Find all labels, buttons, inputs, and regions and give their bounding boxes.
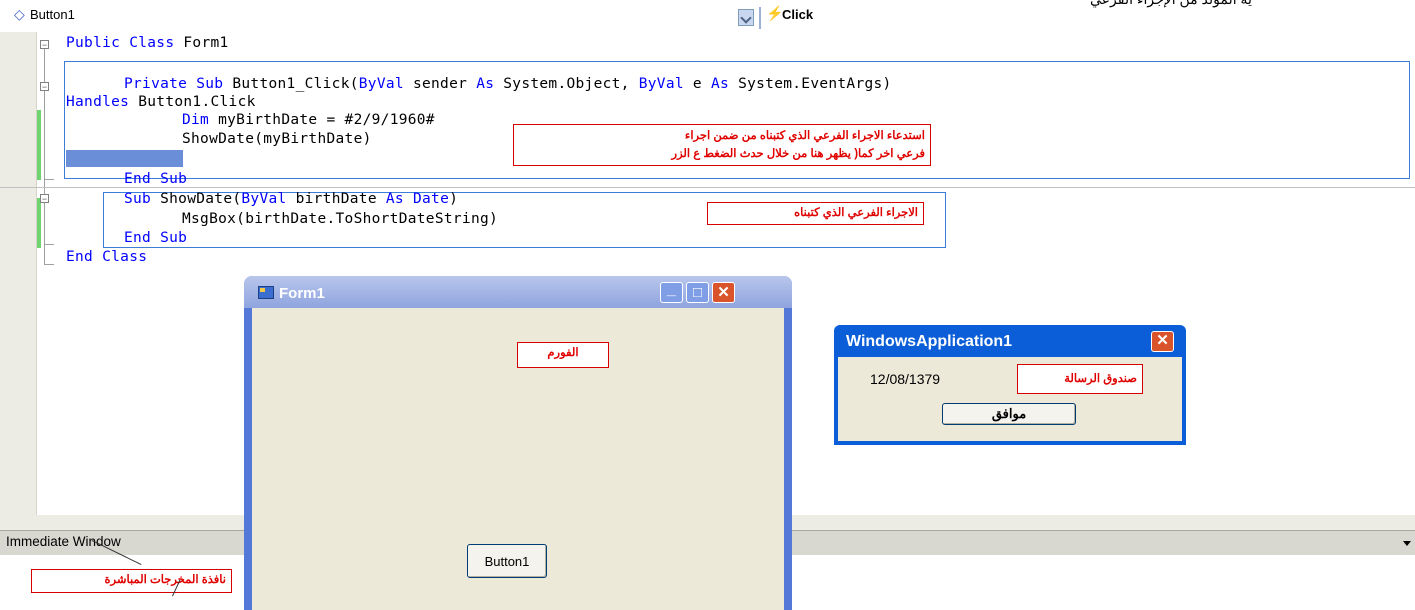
selected-line bbox=[66, 150, 183, 167]
code-text: sender bbox=[403, 76, 477, 92]
collapse-icon[interactable]: − bbox=[40, 82, 49, 92]
message-text: 12/08/1379 bbox=[870, 371, 941, 387]
ok-button[interactable]: موافق bbox=[942, 403, 1076, 425]
call-annotation: استدعاء الاجراء الفرعي الذي كتبناه من ضم… bbox=[513, 124, 931, 166]
event-combo[interactable]: Click bbox=[782, 7, 813, 27]
fold-guide-end bbox=[44, 264, 54, 265]
top-arabic-text: ية المولد من الإجراء الفرعي bbox=[1090, 0, 1252, 8]
sub-annotation: الاجراء الفرعي الذي كتبناه bbox=[707, 202, 924, 225]
editor-gutter bbox=[0, 32, 37, 515]
keyword: Public Class bbox=[66, 35, 175, 51]
keyword: Handles bbox=[66, 94, 130, 110]
keyword: Sub bbox=[124, 191, 152, 207]
code-editor-navigation-bar: ◇ Button1 ⚡ Click ية المولد من الإجراء ا… bbox=[0, 0, 1415, 32]
form1-caption: Form1 bbox=[279, 285, 325, 302]
code-line: Public Class Form1 bbox=[66, 35, 229, 51]
annotation-line: فرعي اخر كما( يظهر هنا من خلال حدث الضغط… bbox=[671, 148, 925, 160]
form1-titlebar[interactable]: Form1 _ □ ✕ bbox=[244, 276, 792, 308]
chevron-down-icon[interactable] bbox=[738, 9, 754, 26]
control-icon: ◇ bbox=[14, 6, 25, 22]
code-text: Button1_Click( bbox=[223, 76, 359, 92]
change-marker bbox=[37, 198, 41, 248]
code-text: System.Object, bbox=[494, 76, 639, 92]
code-text: ShowDate( bbox=[151, 191, 242, 207]
code-line: Handles Button1.Click bbox=[66, 94, 256, 110]
keyword: Dim bbox=[182, 112, 210, 128]
keyword: ByVal bbox=[241, 191, 287, 207]
collapse-icon[interactable]: − bbox=[40, 40, 49, 50]
combo-separator bbox=[759, 7, 761, 29]
keyword: Private Sub bbox=[124, 76, 224, 92]
form-annotation: الفورم bbox=[517, 342, 609, 368]
keyword: As bbox=[710, 76, 730, 92]
fold-guide-end bbox=[44, 179, 54, 180]
collapse-icon[interactable]: − bbox=[40, 194, 49, 204]
form-icon bbox=[258, 286, 274, 299]
code-text: Form1 bbox=[174, 35, 229, 51]
message-box-window[interactable]: WindowsApplication1 ✕ 12/08/1379 صندوق ا… bbox=[834, 325, 1186, 445]
object-combo[interactable]: Button1 bbox=[30, 7, 75, 27]
code-line: Private Sub Button1_Click(ByVal sender A… bbox=[124, 76, 892, 92]
code-line: Sub ShowDate(ByVal birthDate As Date) bbox=[124, 191, 458, 207]
code-line: End Sub bbox=[124, 171, 188, 187]
code-line: MsgBox(birthDate.ToShortDateString) bbox=[182, 211, 499, 227]
close-button[interactable]: ✕ bbox=[1151, 331, 1174, 352]
message-box-titlebar[interactable]: WindowsApplication1 ✕ bbox=[834, 325, 1186, 357]
lightning-icon: ⚡ bbox=[766, 5, 784, 21]
keyword: ByVal bbox=[638, 76, 684, 92]
code-text: ) bbox=[449, 191, 459, 207]
code-line: End Sub bbox=[124, 230, 188, 246]
close-button[interactable]: ✕ bbox=[712, 282, 735, 303]
code-text: e bbox=[683, 76, 711, 92]
dropdown-arrow-icon[interactable] bbox=[1403, 541, 1411, 546]
minimize-button[interactable]: _ bbox=[660, 282, 683, 303]
annotation-line: استدعاء الاجراء الفرعي الذي كتبناه من ضم… bbox=[684, 130, 925, 142]
form1-window[interactable]: Form1 _ □ ✕ الفورم Button1 bbox=[244, 276, 792, 610]
code-line: Dim myBirthDate = #2/9/1960# bbox=[182, 112, 435, 128]
code-text: System.EventArgs) bbox=[729, 76, 892, 92]
keyword: As bbox=[385, 191, 404, 207]
form1-client-area[interactable]: الفورم Button1 bbox=[252, 308, 784, 610]
message-box-caption: WindowsApplication1 bbox=[846, 333, 1013, 350]
fold-guide-end bbox=[44, 244, 54, 245]
msgbox-annotation: صندوق الرسالة bbox=[1017, 364, 1143, 394]
keyword: As bbox=[476, 76, 495, 92]
code-text: birthDate bbox=[286, 191, 386, 207]
keyword: ByVal bbox=[358, 76, 404, 92]
method-separator bbox=[0, 187, 1415, 188]
maximize-button[interactable]: □ bbox=[686, 282, 709, 303]
code-text: Button1.Click bbox=[129, 94, 256, 110]
immediate-annotation: نافذة المخرجات المباشرة bbox=[31, 569, 232, 593]
change-marker bbox=[37, 110, 41, 180]
message-box-client: 12/08/1379 صندوق الرسالة موافق bbox=[838, 357, 1182, 441]
button1[interactable]: Button1 bbox=[467, 544, 547, 578]
code-line: End Class bbox=[66, 249, 148, 265]
code-text: myBirthDate = #2/9/1960# bbox=[209, 112, 435, 128]
keyword: Date bbox=[412, 191, 450, 207]
code-line: ShowDate(myBirthDate) bbox=[182, 131, 372, 147]
